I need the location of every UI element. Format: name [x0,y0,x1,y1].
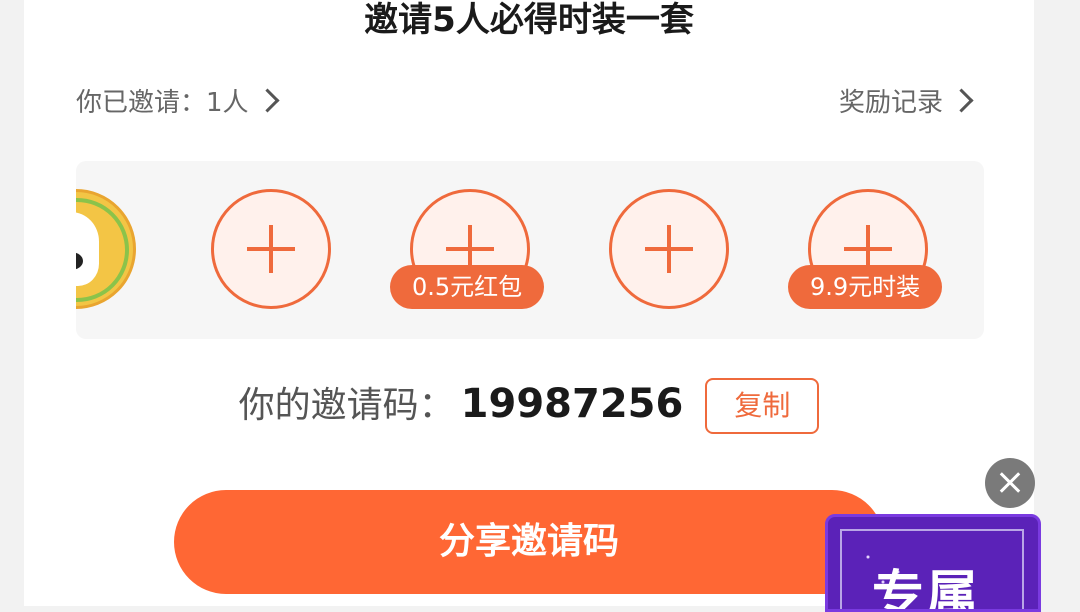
invite-code-label: 你的邀请码： [238,385,455,426]
invite-code-value: 19987256 [460,381,684,427]
promo-text: 专属 [872,566,981,612]
page-title: 邀请5人必得时装一套 [364,0,694,40]
invite-slot-empty[interactable] [211,189,331,309]
invite-slot-empty[interactable] [609,189,729,309]
close-icon[interactable] [985,458,1035,508]
promo-floating-banner[interactable]: 专属 [825,514,1041,612]
reward-records-label: 奖励记录 [838,88,943,118]
share-invite-code-button[interactable]: 分享邀请码 [174,490,884,594]
invite-code-row: 你的邀请码： 19987256 复制 [0,378,1058,438]
invitee-avatar [76,189,136,309]
invite-slot-filled: 红包 [76,189,136,309]
slot-reward-badge: 0.5元红包 [390,265,545,309]
invite-slot-empty[interactable]: 9.9元时装 [788,189,943,309]
copy-button[interactable]: 复制 [705,378,820,434]
invite-slots-strip: 红包 0.5元红包 9.9元时装 [76,161,984,339]
add-invite-icon [609,189,729,309]
slot-reward-badge: 9.9元时装 [788,265,943,309]
chevron-right-icon [255,88,280,113]
invited-count-link[interactable]: 你已邀请：1人 [76,86,280,120]
reward-records-link[interactable]: 奖励记录 [838,86,974,120]
invited-count-label: 你已邀请：1人 [76,88,249,118]
add-invite-icon [211,189,331,309]
chevron-right-icon [949,88,974,113]
invite-slot-empty[interactable]: 0.5元红包 [390,189,545,309]
